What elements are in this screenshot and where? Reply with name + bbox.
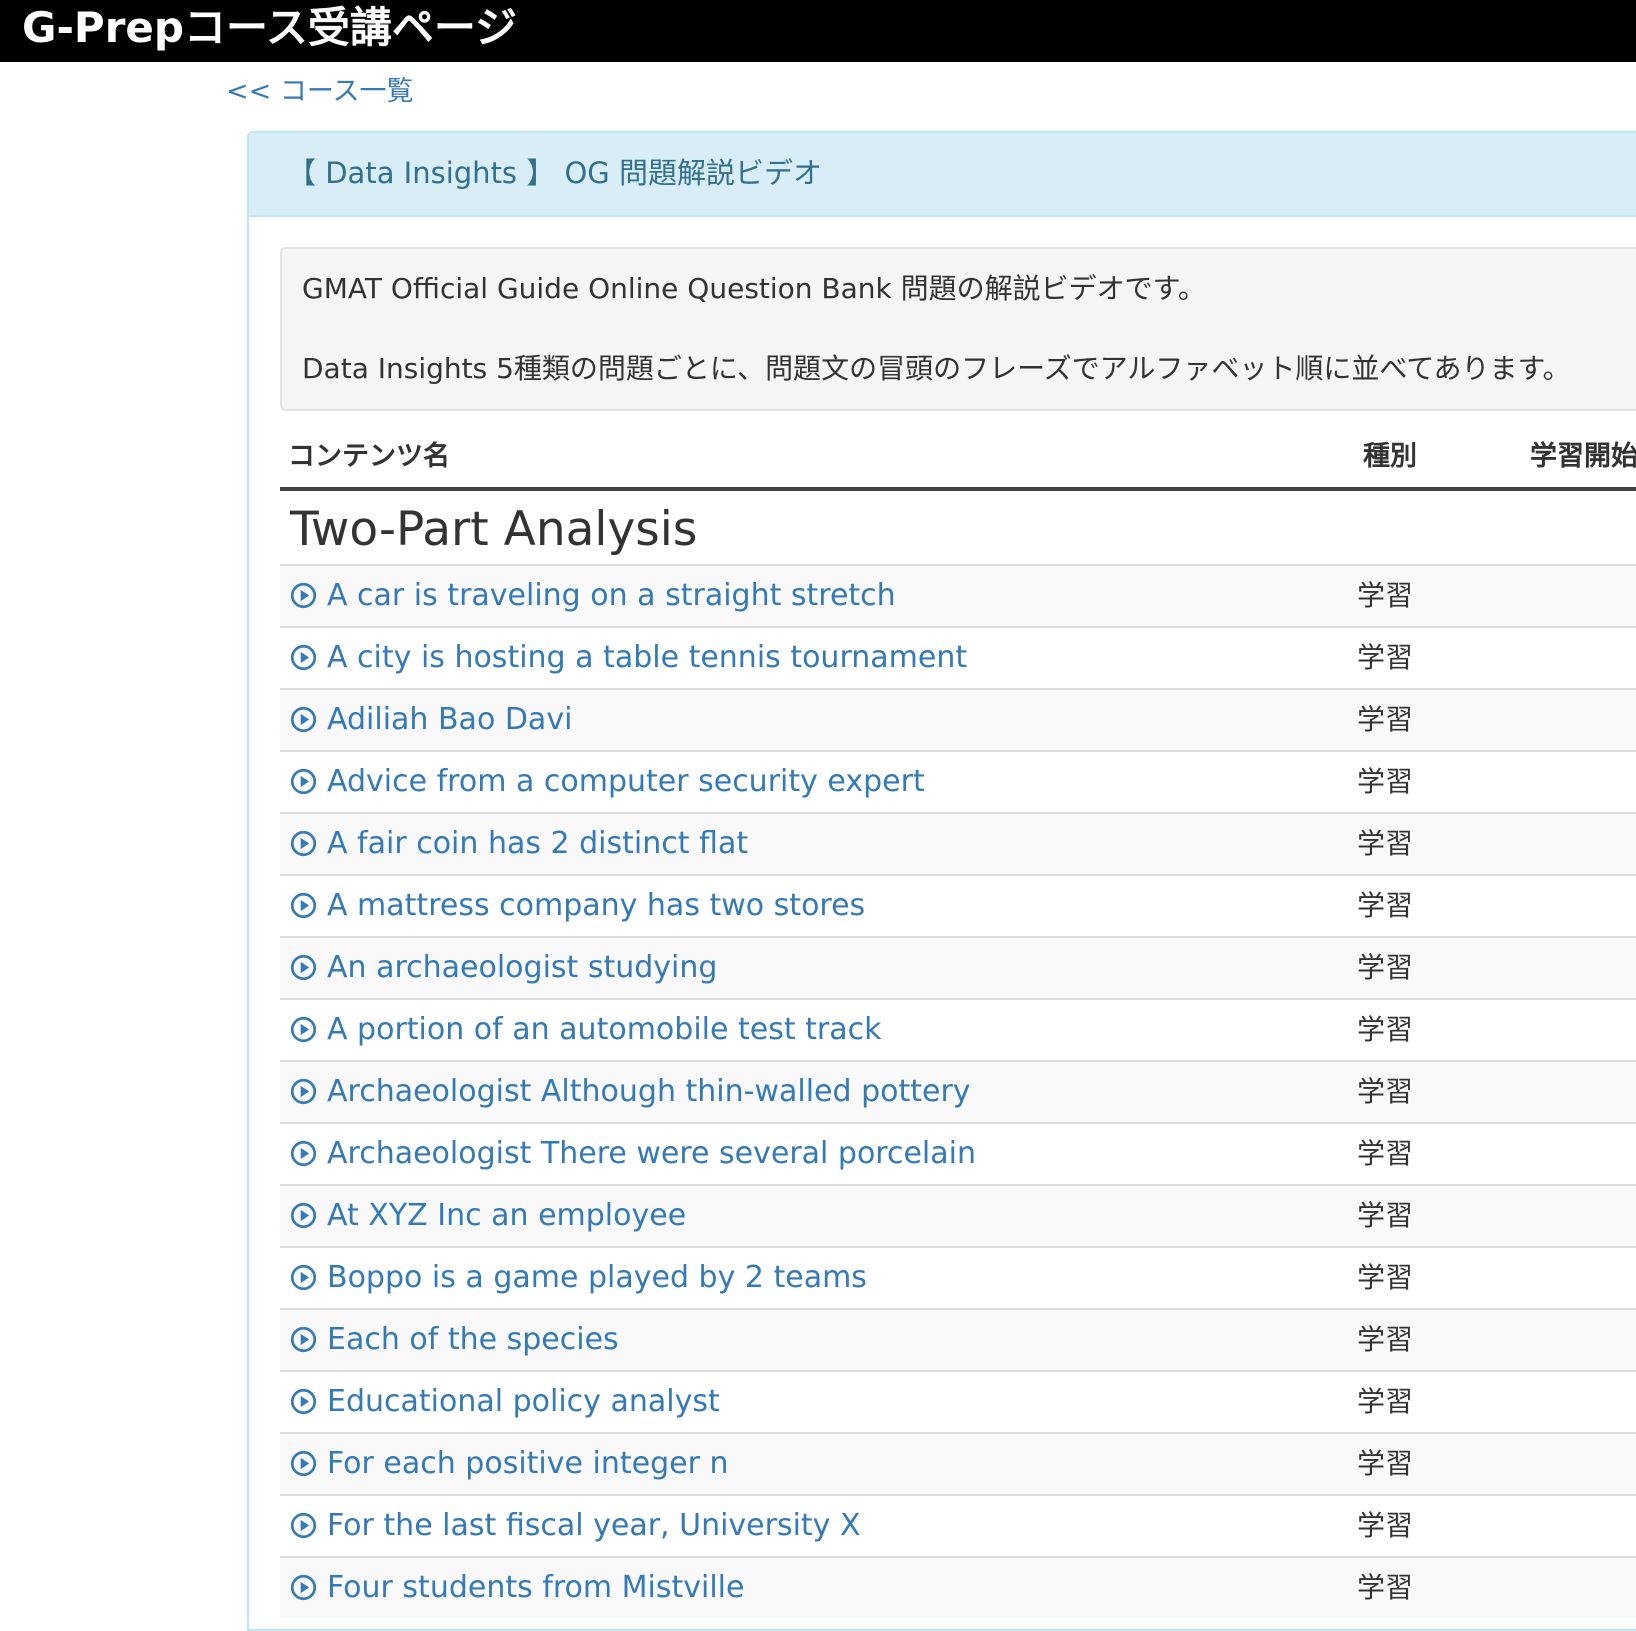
table-row: Four students from Mistville 学習 bbox=[280, 1556, 1636, 1618]
content-type: 学習 bbox=[1357, 889, 1414, 922]
content-link[interactable]: A fair coin has 2 distinct flat bbox=[327, 823, 748, 865]
table-row: A fair coin has 2 distinct flat 学習 bbox=[280, 812, 1636, 874]
content-type: 学習 bbox=[1357, 765, 1414, 798]
play-circle-icon[interactable] bbox=[290, 1512, 317, 1539]
content-type: 学習 bbox=[1357, 1509, 1414, 1542]
content-type: 学習 bbox=[1357, 1323, 1414, 1356]
table-row: Advice from a computer security expert 学習 bbox=[280, 750, 1636, 812]
content-link[interactable]: A mattress company has two stores bbox=[327, 885, 865, 927]
table-row: Each of the species 学習 bbox=[280, 1308, 1636, 1370]
table-row: Archaeologist Although thin-walled potte… bbox=[280, 1060, 1636, 1122]
play-circle-icon[interactable] bbox=[290, 1326, 317, 1353]
content-link[interactable]: At XYZ Inc an employee bbox=[327, 1195, 686, 1237]
content-type: 学習 bbox=[1357, 579, 1414, 612]
description-line-2: Data Insights 5種類の問題ごとに、問題文の冒頭のフレーズでアルファ… bbox=[302, 352, 1571, 385]
content-link[interactable]: A portion of an automobile test track bbox=[327, 1009, 881, 1051]
table-row: A mattress company has two stores 学習 bbox=[280, 874, 1636, 936]
content-type: 学習 bbox=[1357, 827, 1414, 860]
content-link[interactable]: Adiliah Bao Davi bbox=[327, 699, 572, 741]
section-title: Two-Part Analysis bbox=[290, 502, 698, 557]
play-circle-icon[interactable] bbox=[290, 1202, 317, 1229]
content-link[interactable]: Four students from Mistville bbox=[327, 1567, 744, 1609]
content-link[interactable]: Educational policy analyst bbox=[327, 1381, 720, 1423]
table-row: Adiliah Bao Davi 学習 bbox=[280, 688, 1636, 750]
play-circle-icon[interactable] bbox=[290, 1388, 317, 1415]
play-circle-icon[interactable] bbox=[290, 582, 317, 609]
content-link[interactable]: Boppo is a game played by 2 teams bbox=[327, 1257, 867, 1299]
table-row: For the last fiscal year, University X 学習 bbox=[280, 1494, 1636, 1556]
column-header-study-start: 学習開始 bbox=[1530, 441, 1636, 472]
table-row: A car is traveling on a straight stretch… bbox=[280, 564, 1636, 626]
table-row: Boppo is a game played by 2 teams 学習 bbox=[280, 1246, 1636, 1308]
content-link[interactable]: Advice from a computer security expert bbox=[327, 761, 925, 803]
content-type: 学習 bbox=[1357, 1571, 1414, 1604]
table-row: A city is hosting a table tennis tournam… bbox=[280, 626, 1636, 688]
content-type: 学習 bbox=[1357, 1137, 1414, 1170]
content-type: 学習 bbox=[1357, 1447, 1414, 1480]
content-type: 学習 bbox=[1357, 1075, 1414, 1108]
content-link[interactable]: Archaeologist There were several porcela… bbox=[327, 1133, 976, 1175]
content-type: 学習 bbox=[1357, 1261, 1414, 1294]
play-circle-icon[interactable] bbox=[290, 892, 317, 919]
table-row: For each positive integer n 学習 bbox=[280, 1432, 1636, 1494]
content-link[interactable]: A city is hosting a table tennis tournam… bbox=[327, 637, 967, 679]
table-row: An archaeologist studying 学習 bbox=[280, 936, 1636, 998]
content-link[interactable]: For each positive integer n bbox=[327, 1443, 728, 1485]
content-type: 学習 bbox=[1357, 641, 1414, 674]
table-row: Archaeologist There were several porcela… bbox=[280, 1122, 1636, 1184]
content-link[interactable]: Each of the species bbox=[327, 1319, 619, 1361]
course-title: 【 Data Insights 】 OG 問題解説ビデオ bbox=[287, 156, 822, 190]
content-type: 学習 bbox=[1357, 1199, 1414, 1232]
play-circle-icon[interactable] bbox=[290, 644, 317, 671]
description-line-1: GMAT Official Guide Online Question Bank… bbox=[302, 272, 1206, 305]
content-type: 学習 bbox=[1357, 1385, 1414, 1418]
top-header-bar: G-Prepコース受講ページ bbox=[0, 0, 1636, 62]
content-link[interactable]: Archaeologist Although thin-walled potte… bbox=[327, 1071, 971, 1113]
play-circle-icon[interactable] bbox=[290, 1016, 317, 1043]
course-description: GMAT Official Guide Online Question Bank… bbox=[280, 247, 1636, 411]
course-panel: 【 Data Insights 】 OG 問題解説ビデオ GMAT Offici… bbox=[247, 131, 1636, 1631]
play-circle-icon[interactable] bbox=[290, 954, 317, 981]
course-list-back-link[interactable]: << コース一覧 bbox=[226, 74, 413, 110]
play-circle-icon[interactable] bbox=[290, 1140, 317, 1167]
content-type: 学習 bbox=[1357, 1013, 1414, 1046]
table-row: A portion of an automobile test track 学習 bbox=[280, 998, 1636, 1060]
play-circle-icon[interactable] bbox=[290, 1078, 317, 1105]
content-link[interactable]: A car is traveling on a straight stretch bbox=[327, 575, 896, 617]
table-row: At XYZ Inc an employee 学習 bbox=[280, 1184, 1636, 1246]
site-title: G-Prepコース受講ページ bbox=[22, 3, 518, 52]
play-circle-icon[interactable] bbox=[290, 1450, 317, 1477]
play-circle-icon[interactable] bbox=[290, 830, 317, 857]
table-row: Educational policy analyst 学習 bbox=[280, 1370, 1636, 1432]
content-link[interactable]: An archaeologist studying bbox=[327, 947, 717, 989]
column-header-type: 種別 bbox=[1363, 441, 1417, 472]
column-header-content-name: コンテンツ名 bbox=[288, 441, 450, 472]
play-circle-icon[interactable] bbox=[290, 1264, 317, 1291]
play-circle-icon[interactable] bbox=[290, 706, 317, 733]
content-type: 学習 bbox=[1357, 951, 1414, 984]
contents-table-body: A car is traveling on a straight stretch… bbox=[280, 564, 1636, 1618]
content-type: 学習 bbox=[1357, 703, 1414, 736]
panel-heading: 【 Data Insights 】 OG 問題解説ビデオ bbox=[249, 133, 1636, 217]
play-circle-icon[interactable] bbox=[290, 1574, 317, 1601]
play-circle-icon[interactable] bbox=[290, 768, 317, 795]
content-link[interactable]: For the last fiscal year, University X bbox=[327, 1505, 861, 1547]
contents-table-header: コンテンツ名 種別 学習開始 bbox=[280, 433, 1636, 491]
